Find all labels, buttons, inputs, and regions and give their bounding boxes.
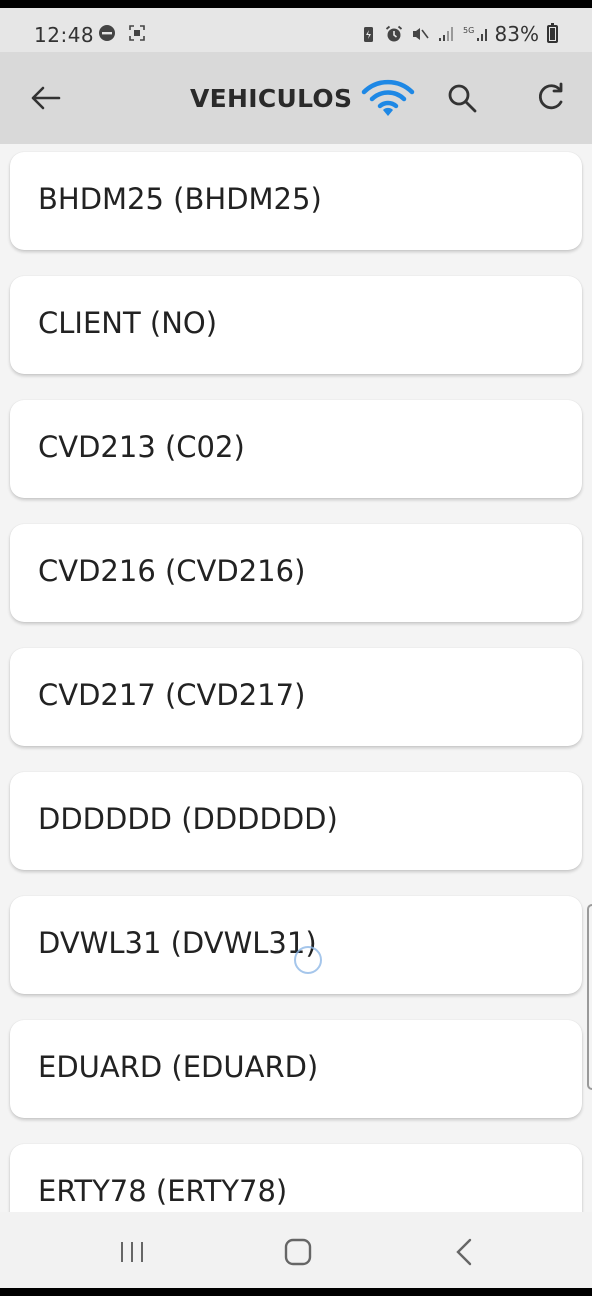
battery-percent: 83% <box>494 22 539 46</box>
status-right-icons: 5G 83% <box>359 22 558 46</box>
vehicle-label: DVWL31 (DVWL31) <box>38 926 317 960</box>
nav-back-icon[interactable] <box>448 1234 484 1270</box>
page-title: VEHICULOS <box>190 83 353 113</box>
alarm-icon <box>385 25 402 42</box>
scrollbar[interactable] <box>587 904 592 1090</box>
signal-icon <box>438 27 453 41</box>
vehicle-item[interactable]: CLIENT (NO) <box>10 276 582 374</box>
vehicle-label: BHDM25 (BHDM25) <box>38 182 322 216</box>
5g-signal-icon: 5G <box>463 26 487 41</box>
vehicle-label: CVD216 (CVD216) <box>38 554 306 588</box>
status-bar: 12:48 5G 83% <box>0 8 592 52</box>
battery-icon <box>547 23 558 43</box>
vehicle-item[interactable]: EDUARD (EDUARD) <box>10 1020 582 1118</box>
vehicle-label: ERTY78 (ERTY78) <box>38 1174 288 1208</box>
do-not-disturb-icon <box>99 25 115 41</box>
wifi-icon <box>362 79 415 116</box>
refresh-icon[interactable] <box>530 78 570 118</box>
back-arrow-icon[interactable] <box>26 78 66 118</box>
vehicle-label: CLIENT (NO) <box>38 306 218 340</box>
system-nav-bar <box>0 1212 592 1288</box>
vehicle-item[interactable]: CVD217 (CVD217) <box>10 648 582 746</box>
touch-indicator <box>294 946 322 974</box>
recents-icon[interactable] <box>114 1234 150 1270</box>
vehicle-item[interactable]: CVD216 (CVD216) <box>10 524 582 622</box>
vehicle-item[interactable]: DVWL31 (DVWL31) <box>10 896 582 994</box>
vehicle-item[interactable]: BHDM25 (BHDM25) <box>10 152 582 250</box>
home-icon[interactable] <box>280 1234 316 1270</box>
vehicle-item[interactable]: ERTY78 (ERTY78) <box>10 1144 582 1212</box>
vehicle-label: EDUARD (EDUARD) <box>38 1050 319 1084</box>
vehicle-item[interactable]: DDDDDD (DDDDDD) <box>10 772 582 870</box>
svg-text:5G: 5G <box>463 26 474 35</box>
title-group: VEHICULOS <box>190 78 416 118</box>
vehicle-label: CVD217 (CVD217) <box>38 678 306 712</box>
search-icon[interactable] <box>442 78 482 118</box>
vehicle-list[interactable]: BHDM25 (BHDM25) CLIENT (NO) CVD213 (C02)… <box>0 144 592 1212</box>
battery-saver-icon <box>363 27 373 42</box>
screenshot-icon <box>129 25 145 41</box>
status-time: 12:48 <box>34 23 95 47</box>
app-bar: VEHICULOS <box>0 52 592 144</box>
app-screen: 12:48 5G 83% VEHICULOS BHDM25 (BHDM25) C… <box>0 8 592 1288</box>
vehicle-item[interactable]: CVD213 (C02) <box>10 400 582 498</box>
vehicle-label: DDDDDD (DDDDDD) <box>38 802 338 836</box>
status-left-icons <box>98 24 146 42</box>
mute-icon <box>412 28 429 40</box>
vehicle-label: CVD213 (C02) <box>38 430 245 464</box>
